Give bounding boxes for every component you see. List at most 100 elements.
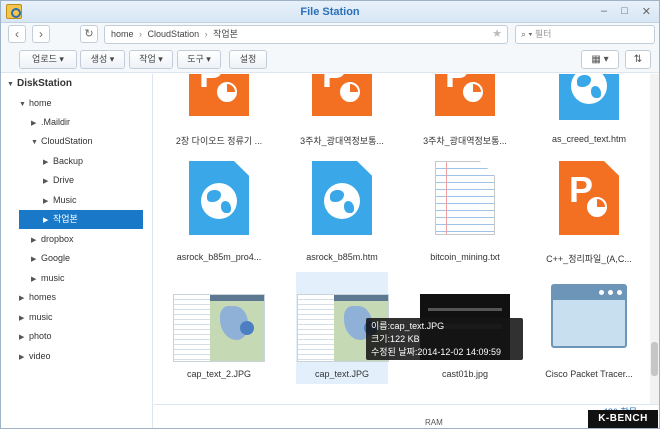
title-bar[interactable]: File Station – □ ✕ xyxy=(1,1,659,23)
tree-item-home[interactable]: ▼ home xyxy=(19,94,147,113)
kbench-watermark: K-BENCH xyxy=(588,410,658,428)
file-tile[interactable]: Cisco Packet Tracer... xyxy=(543,274,635,384)
upload-button[interactable]: 업로드 ▾ xyxy=(19,50,77,69)
file-name: Cisco Packet Tracer... xyxy=(545,369,633,379)
maximize-button[interactable]: □ xyxy=(621,5,628,18)
file-tile[interactable]: as_creed_text.htm xyxy=(543,74,635,156)
breadcrumb-cloudstation[interactable]: CloudStation xyxy=(148,29,200,39)
tree-item-backup[interactable]: ▶ Backup xyxy=(43,152,147,171)
app-window-icon xyxy=(551,284,627,348)
tree-item-workspace[interactable]: ▶ 작업본 xyxy=(19,210,143,229)
file-name: C++_정리파일_(A,C... xyxy=(546,254,632,264)
file-tile[interactable]: P 3주차_광대역정보통... xyxy=(419,74,511,156)
chevron-down-icon[interactable]: ▼ xyxy=(31,133,41,152)
tools-button[interactable]: 도구 ▾ xyxy=(177,50,221,69)
tooltip-modified-date: 수정된 날짜:2014-12-02 14:09:59 xyxy=(371,347,501,357)
vertical-scrollbar[interactable] xyxy=(650,74,659,404)
chevron-right-icon[interactable]: ▶ xyxy=(31,231,41,250)
upload-label: 업로드 xyxy=(32,54,57,64)
filter-placeholder: 필터 xyxy=(534,29,552,39)
tree-item-music-share[interactable]: ▶ music xyxy=(19,308,147,327)
file-name: cap_text.JPG xyxy=(314,369,370,379)
back-button[interactable]: ‹ xyxy=(8,25,26,43)
file-name: as_creed_text.htm xyxy=(551,134,627,144)
tree-item-homes[interactable]: ▶ homes xyxy=(19,288,147,307)
tree-item-dropbox[interactable]: ▶ dropbox xyxy=(31,230,147,249)
action-button[interactable]: 작업 ▾ xyxy=(129,50,173,69)
breadcrumb-separator: › xyxy=(204,29,208,39)
file-tile[interactable]: bitcoin_mining.txt xyxy=(419,159,511,269)
chevron-down-icon: ▾ xyxy=(158,54,163,64)
file-station-window: File Station – □ ✕ ‹ › ↻ home › CloudSta… xyxy=(0,0,660,429)
file-name: asrock_b85m_pro4... xyxy=(176,252,262,262)
sort-button[interactable]: ⇅ xyxy=(625,50,651,69)
file-name: bitcoin_mining.txt xyxy=(430,252,500,262)
chevron-right-icon[interactable]: ▶ xyxy=(19,289,29,308)
file-tile[interactable]: P 3주차_광대역정보통... xyxy=(296,74,388,156)
html-file-icon xyxy=(559,74,619,120)
minimize-button[interactable]: – xyxy=(601,5,607,18)
folder-tree: ▼ DiskStation ▼ home ▶ .Maildir ▼ CloudStati… xyxy=(1,74,153,428)
chevron-right-icon[interactable]: ▶ xyxy=(19,309,29,328)
scrollbar-thumb[interactable] xyxy=(651,342,658,376)
tree-item-music[interactable]: ▶ Music xyxy=(43,191,147,210)
tree-item-video[interactable]: ▶ video xyxy=(19,347,147,366)
chevron-down-icon: ▾ xyxy=(59,54,64,64)
window-title: File Station xyxy=(300,6,360,18)
settings-button[interactable]: 설정 xyxy=(229,50,267,69)
file-tile[interactable]: P C++_정리파일_(A,C... xyxy=(543,159,635,269)
tools-label: 도구 xyxy=(187,54,204,64)
tree-item-drive[interactable]: ▶ Drive xyxy=(43,171,147,190)
refresh-button[interactable]: ↻ xyxy=(80,25,98,43)
text-file-icon xyxy=(435,161,495,235)
file-tile[interactable]: asrock_b85m.htm xyxy=(296,159,388,269)
powerpoint-file-icon: P xyxy=(189,74,249,116)
file-name: 2장 다이오드 정류기 ... xyxy=(175,136,263,146)
breadcrumb-separator: › xyxy=(139,29,143,39)
status-bar: 486 항목 xyxy=(154,404,659,428)
file-name: cap_text_2.JPG xyxy=(186,369,252,379)
chevron-down-icon[interactable]: ▼ xyxy=(7,75,17,94)
image-thumbnail xyxy=(173,294,265,362)
chevron-down-icon: ▾ xyxy=(109,54,115,64)
tree-item-home-music[interactable]: ▶ music xyxy=(31,269,147,288)
create-button[interactable]: 생성 ▾ xyxy=(80,50,125,69)
chevron-down-icon: ▾ xyxy=(206,54,211,64)
view-mode-button[interactable]: ▦ ▾ xyxy=(581,50,619,69)
powerpoint-file-icon: P xyxy=(435,74,495,116)
chevron-right-icon[interactable]: ▶ xyxy=(19,348,29,367)
tree-item-google[interactable]: ▶ Google xyxy=(31,249,147,268)
chevron-right-icon[interactable]: ▶ xyxy=(31,250,41,269)
chevron-right-icon[interactable]: ▶ xyxy=(43,153,53,172)
chevron-right-icon[interactable]: ▶ xyxy=(31,270,41,289)
file-tile[interactable]: cap_text_2.JPG xyxy=(173,274,265,384)
background-text: RAM xyxy=(425,418,443,427)
html-file-icon xyxy=(312,161,372,235)
action-toolbar: 업로드 ▾ 생성 ▾ 작업 ▾ 도구 ▾ 설정 ▦ ▾ ⇅ xyxy=(1,47,659,73)
path-bar[interactable]: home › CloudStation › 작업본 ★ xyxy=(104,25,508,44)
tooltip-name: 이름:cap_text.JPG xyxy=(371,321,445,331)
file-name: asrock_b85m.htm xyxy=(306,252,378,262)
chevron-down-icon[interactable]: ▼ xyxy=(19,95,29,114)
tree-item-maildir[interactable]: ▶ .Maildir xyxy=(31,113,147,132)
filter-input[interactable]: ⌕ ▾ 필터 xyxy=(515,25,655,44)
favorite-star-icon[interactable]: ★ xyxy=(492,26,502,43)
file-info-tooltip: 이름:cap_text.JPG 크기:122 KB 수정된 날짜:2014-12… xyxy=(366,318,523,360)
breadcrumb-current[interactable]: 작업본 xyxy=(213,29,238,39)
chevron-right-icon[interactable]: ▶ xyxy=(43,211,53,230)
chevron-right-icon[interactable]: ▶ xyxy=(43,172,53,191)
chevron-right-icon[interactable]: ▶ xyxy=(43,192,53,211)
tree-item-photo[interactable]: ▶ photo xyxy=(19,327,147,346)
forward-button[interactable]: › xyxy=(32,25,50,43)
powerpoint-file-icon: P xyxy=(559,161,619,235)
close-button[interactable]: ✕ xyxy=(642,5,651,18)
tree-item-cloudstation[interactable]: ▼ CloudStation xyxy=(31,132,147,151)
breadcrumb-home[interactable]: home xyxy=(111,29,134,39)
file-tile[interactable]: asrock_b85m_pro4... xyxy=(173,159,265,269)
chevron-right-icon[interactable]: ▶ xyxy=(31,114,41,133)
chevron-right-icon[interactable]: ▶ xyxy=(19,328,29,347)
file-tile[interactable]: P 2장 다이오드 정류기 ... xyxy=(173,74,265,156)
file-name: 3주차_광대역정보통... xyxy=(423,136,507,146)
tree-item-diskstation[interactable]: ▼ DiskStation xyxy=(7,74,147,93)
file-name: 3주차_광대역정보통... xyxy=(300,136,384,146)
